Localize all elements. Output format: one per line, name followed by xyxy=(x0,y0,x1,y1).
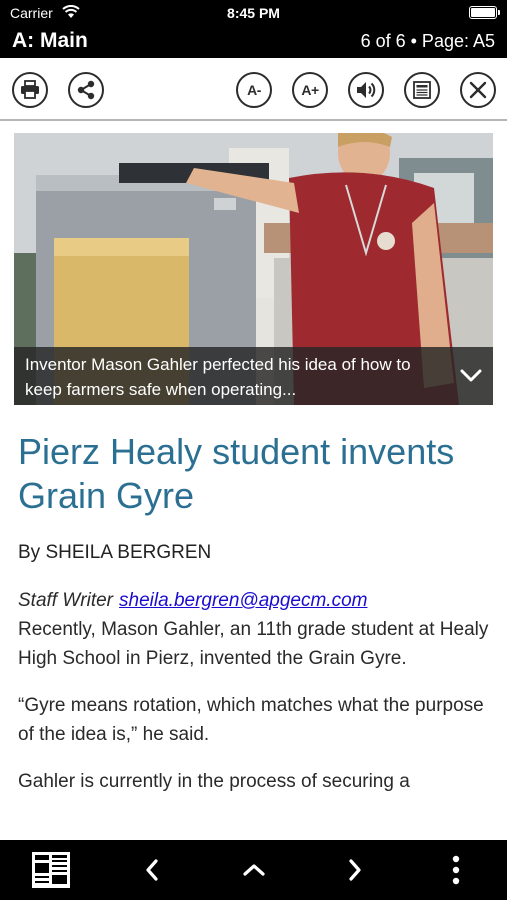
share-button[interactable] xyxy=(68,72,104,108)
caption-text: Inventor Mason Gahler perfected his idea… xyxy=(25,355,411,399)
article-byline: By SHEILA BERGREN xyxy=(18,542,212,563)
bottom-navigation xyxy=(0,840,507,900)
clock: 8:45 PM xyxy=(227,5,280,21)
photo-caption[interactable]: Inventor Mason Gahler perfected his idea… xyxy=(14,347,493,405)
more-vertical-icon xyxy=(452,855,460,885)
newspaper-icon xyxy=(32,852,70,888)
article-toolbar: A- A+ xyxy=(0,58,507,121)
article-body: Pierz Healy student invents Grain Gyre B… xyxy=(18,430,493,793)
print-button[interactable] xyxy=(12,72,48,108)
article-photo[interactable]: Inventor Mason Gahler perfected his idea… xyxy=(14,133,493,405)
previous-button[interactable] xyxy=(132,850,172,890)
decrease-font-button[interactable]: A- xyxy=(236,72,272,108)
author-email-link[interactable]: sheila.bergren@apgecm.com xyxy=(119,590,367,611)
author-role: Staff Writer xyxy=(18,590,114,611)
next-button[interactable] xyxy=(335,850,375,890)
increase-font-button[interactable]: A+ xyxy=(292,72,328,108)
title-bar: A: Main 6 of 6 • Page: A5 xyxy=(0,26,507,58)
close-icon xyxy=(469,81,487,99)
chevron-right-icon xyxy=(349,859,361,881)
print-icon xyxy=(21,80,39,99)
article-view-icon xyxy=(413,81,431,99)
article-paragraph: Staff Writer sheila.bergren@apgecm.com Re… xyxy=(18,586,493,673)
article-paragraph: Gahler is currently in the process of se… xyxy=(18,771,410,792)
chevron-down-icon[interactable] xyxy=(457,361,485,389)
more-button[interactable] xyxy=(436,850,476,890)
status-bar: Carrier 8:45 PM xyxy=(0,0,507,26)
read-aloud-button[interactable] xyxy=(348,72,384,108)
decrease-font-icon: A- xyxy=(247,82,261,98)
close-button[interactable] xyxy=(460,72,496,108)
speaker-icon xyxy=(357,82,376,98)
share-icon xyxy=(77,80,95,100)
chevron-up-icon xyxy=(243,864,265,876)
paragraph-text: Recently, Mason Gahler, an 11th grade st… xyxy=(18,619,489,669)
newspaper-button[interactable] xyxy=(31,850,71,890)
page-view-button[interactable] xyxy=(404,72,440,108)
article-paragraph: “Gyre means rotation, which matches what… xyxy=(18,695,484,745)
increase-font-icon: A+ xyxy=(301,82,319,98)
article-headline: Pierz Healy student invents Grain Gyre xyxy=(18,431,455,516)
battery-icon xyxy=(469,6,500,19)
page-indicator: 6 of 6 • Page: A5 xyxy=(360,31,495,51)
up-button[interactable] xyxy=(234,850,274,890)
chevron-left-icon xyxy=(146,859,158,881)
section-title: A: Main xyxy=(12,29,88,52)
